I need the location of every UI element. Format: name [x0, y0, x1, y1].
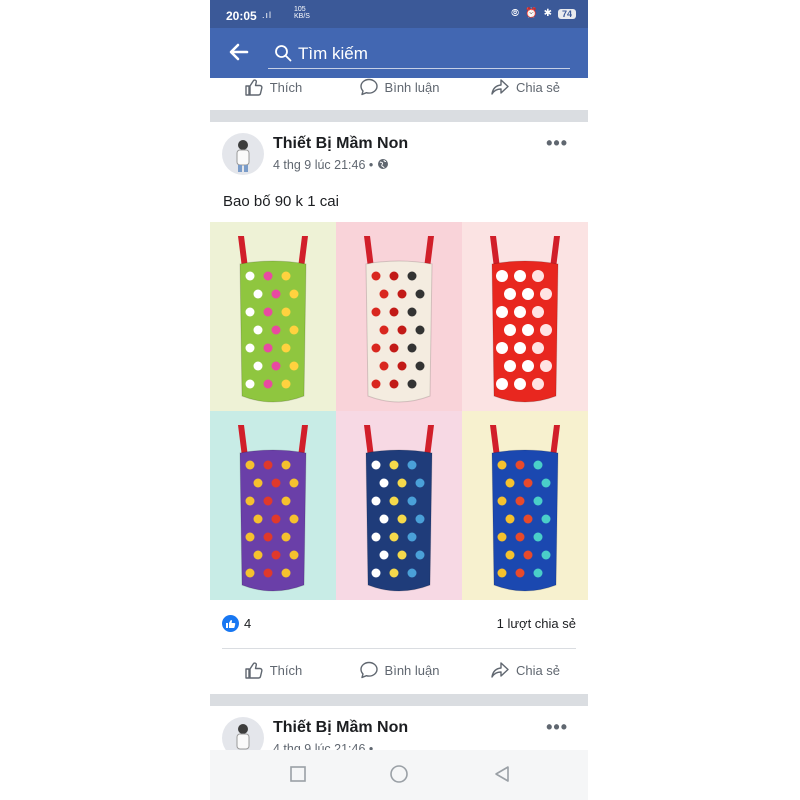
- like-count[interactable]: 4: [244, 616, 251, 631]
- previous-post-actions: Thích Bình luận Chia sẻ: [210, 70, 588, 104]
- status-bar: 20:05 .ıl 105 KB/S ⦾ ⏰ ✱ 74: [210, 0, 588, 28]
- comment-button[interactable]: Bình luận: [336, 70, 462, 104]
- comment-icon: [359, 78, 378, 96]
- post-header: Thiết Bị Mầm Non 4 thg 9 lúc 21:46 • •••: [210, 122, 588, 182]
- phone-screen: 20:05 .ıl 105 KB/S ⦾ ⏰ ✱ 74 Tìm kiếm Thí…: [210, 0, 588, 800]
- search-icon: [275, 45, 292, 62]
- network-speed: 105 KB/S: [294, 6, 310, 20]
- thumbs-up-icon: [245, 79, 263, 96]
- alarm-icon: ⏰: [525, 8, 538, 19]
- like-button[interactable]: Thích: [210, 70, 336, 104]
- product-image-2[interactable]: [336, 222, 462, 411]
- recent-apps-icon[interactable]: [288, 764, 308, 784]
- avatar[interactable]: [222, 133, 264, 175]
- back-arrow-icon[interactable]: [228, 41, 252, 65]
- more-options-icon[interactable]: •••: [546, 133, 568, 154]
- comment-label: Bình luận: [384, 79, 440, 95]
- post-timestamp[interactable]: 4 thg 9 lúc 21:46 •: [273, 158, 373, 172]
- network-speed-value: 105: [294, 6, 306, 13]
- like-label: Thích: [269, 79, 303, 95]
- product-image-4[interactable]: [210, 411, 336, 600]
- post-text: Bao bố 90 k 1 cai: [223, 193, 339, 210]
- network-speed-unit: KB/S: [294, 13, 310, 20]
- post-author[interactable]: Thiết Bị Mầm Non: [273, 135, 408, 153]
- share-label: Chia sẻ: [515, 79, 561, 95]
- product-image-5[interactable]: [336, 411, 462, 600]
- share-button[interactable]: Chia sẻ: [462, 70, 588, 104]
- more-options-icon[interactable]: •••: [546, 717, 568, 738]
- comment-icon: [359, 661, 378, 679]
- product-image-6[interactable]: [462, 411, 588, 600]
- android-nav-bar: [210, 750, 588, 800]
- post-actions: Thích Bình luận Chia sẻ: [210, 653, 588, 687]
- reactions-bar: 4 1 lượt chia sẻ: [210, 612, 588, 636]
- status-icons: ⦾ ⏰ ✱ 74: [511, 8, 576, 19]
- like-label: Thích: [269, 662, 303, 678]
- share-icon: [491, 662, 509, 678]
- vibrate-icon: ⦾: [511, 8, 520, 19]
- actions-divider: [222, 648, 576, 649]
- status-time: 20:05: [226, 9, 257, 23]
- battery-icon: 74: [557, 8, 576, 19]
- globe-icon: [377, 159, 388, 169]
- signal-icon: .ıl: [262, 10, 273, 20]
- comment-label: Bình luận: [384, 662, 440, 678]
- share-icon: [491, 79, 509, 95]
- product-image-3[interactable]: [462, 222, 588, 411]
- feed-divider: [210, 110, 588, 122]
- product-image-1[interactable]: [210, 222, 336, 411]
- share-count[interactable]: 1 lượt chia sẻ: [497, 616, 576, 631]
- bluetooth-icon: ✱: [543, 8, 552, 19]
- search-placeholder: Tìm kiếm: [298, 44, 368, 63]
- share-label: Chia sẻ: [515, 662, 561, 678]
- post-meta: 4 thg 9 lúc 21:46 •: [273, 158, 389, 172]
- back-nav-icon[interactable]: [492, 764, 512, 784]
- product-images[interactable]: [210, 222, 588, 600]
- thumbs-up-icon: [245, 662, 263, 679]
- home-icon[interactable]: [389, 764, 409, 784]
- like-button[interactable]: Thích: [210, 653, 336, 687]
- like-reaction-icon[interactable]: [222, 615, 239, 632]
- share-button[interactable]: Chia sẻ: [462, 653, 588, 687]
- feed-divider: [210, 694, 588, 706]
- post-author[interactable]: Thiết Bị Mầm Non: [273, 719, 408, 737]
- comment-button[interactable]: Bình luận: [336, 653, 462, 687]
- avatar-figure-icon: [236, 140, 250, 172]
- search-input[interactable]: Tìm kiếm: [268, 42, 570, 69]
- image-grid[interactable]: [210, 222, 588, 600]
